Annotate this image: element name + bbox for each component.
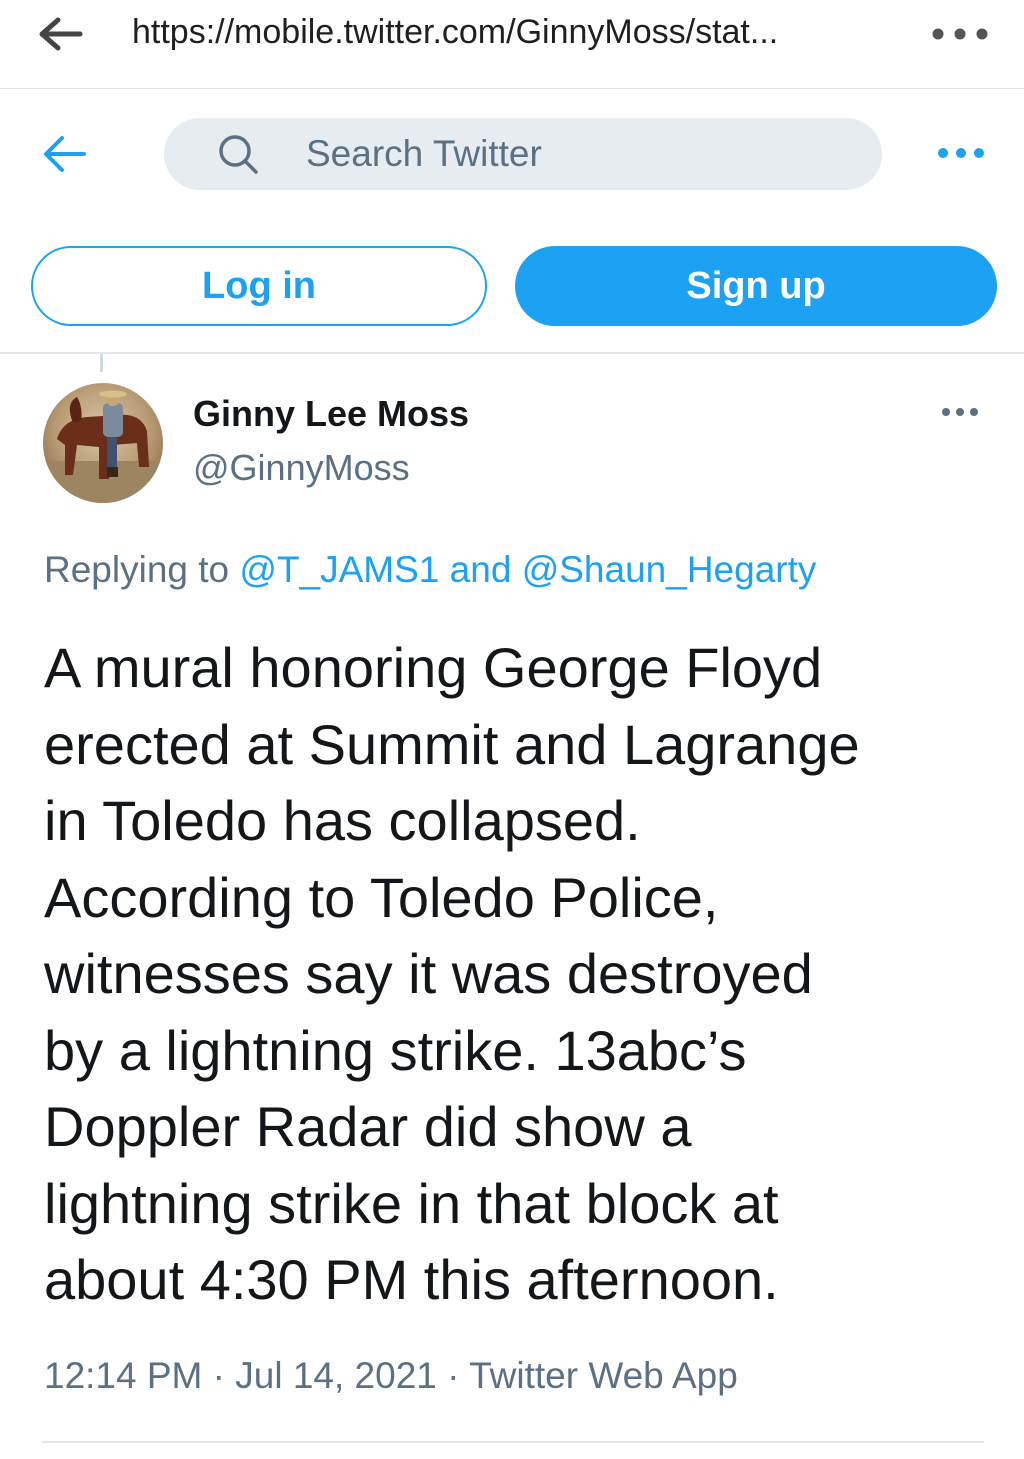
browser-toolbar: https://mobile.twitter.com/GinnyMoss/sta… [0,0,1024,89]
signup-button[interactable]: Sign up [515,246,997,326]
browser-back-arrow-icon[interactable] [36,16,84,52]
more-dots-icon[interactable] [936,142,986,164]
tweet-date[interactable]: Jul 14, 2021 [235,1355,437,1396]
meta-separator: · [436,1355,470,1396]
search-icon [216,132,260,176]
browser-url-bar[interactable]: https://mobile.twitter.com/GinnyMoss/sta… [132,10,892,54]
browser-more-dots-icon[interactable] [930,22,990,46]
tweet-source[interactable]: Twitter Web App [469,1355,738,1396]
mention-link-shaun-hegarty[interactable]: @Shaun_Hegarty [522,549,817,590]
replying-and-label[interactable]: and [439,549,521,590]
user-handle[interactable]: @GinnyMoss [193,446,410,490]
footer-divider [42,1441,984,1443]
mention-link-t-jams1[interactable]: @T_JAMS1 [239,549,439,590]
back-arrow-icon[interactable] [42,134,88,174]
tweet-time[interactable]: 12:14 PM [44,1355,202,1396]
thread-connector-line [100,354,103,372]
tweet-text: A mural honoring George Floyd erected at… [44,636,860,1311]
avatar[interactable] [43,383,163,503]
search-box[interactable]: Search Twitter [164,118,882,190]
search-input[interactable]: Search Twitter [306,118,542,190]
meta-separator: · [202,1355,236,1396]
replying-to-label: Replying to [44,549,240,590]
display-name[interactable]: Ginny Lee Moss [193,392,469,436]
login-button[interactable]: Log in [31,246,487,326]
header-divider [0,352,1024,354]
tweet-metadata: 12:14 PM · Jul 14, 2021 · Twitter Web Ap… [44,1352,738,1400]
replying-to-line: Replying to @T_JAMS1 and @Shaun_Hegarty [44,546,816,594]
tweet-more-dots-icon[interactable] [940,404,980,420]
